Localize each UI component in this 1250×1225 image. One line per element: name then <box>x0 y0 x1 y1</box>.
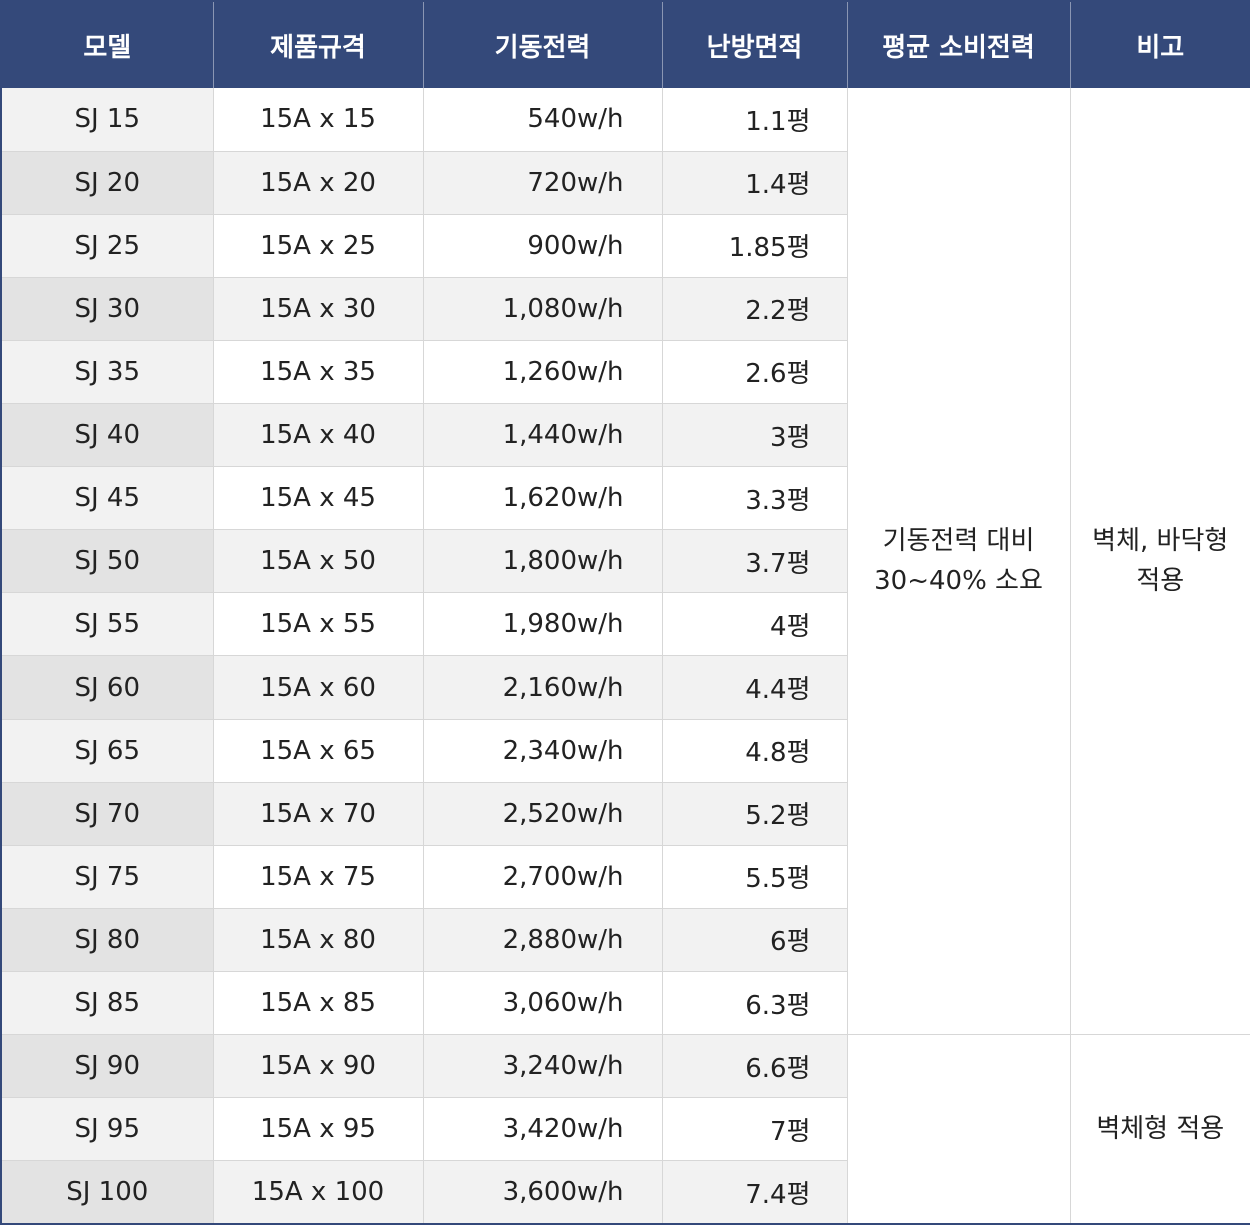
startup-power-cell: 3,240w/h <box>423 1034 663 1099</box>
model-cell: SJ 15 <box>1 88 214 152</box>
heating-area-cell: 7평 <box>662 1097 848 1162</box>
startup-power-cell: 900w/h <box>423 214 663 278</box>
model-cell: SJ 50 <box>1 529 214 594</box>
model-cell: SJ 100 <box>1 1160 214 1225</box>
table-header-row: 모델 제품규격 기동전력 난방면적 평균 소비전력 비고 <box>1 1 1250 88</box>
header-spec: 제품규격 <box>213 1 424 88</box>
startup-power-cell: 1,440w/h <box>423 403 663 468</box>
avg-power-note: 기동전력 대비 30~40% 소요 <box>847 88 1071 1036</box>
startup-power-cell: 2,700w/h <box>423 845 663 909</box>
model-cell: SJ 25 <box>1 214 214 278</box>
heating-area-cell: 6.6평 <box>662 1034 848 1099</box>
startup-power-cell: 1,800w/h <box>423 529 663 594</box>
model-cell: SJ 40 <box>1 403 214 468</box>
startup-power-cell: 3,060w/h <box>423 971 663 1036</box>
heating-area-cell: 3.3평 <box>662 466 848 531</box>
heating-area-cell: 1.1평 <box>662 88 848 152</box>
avg-power-note-line: 기동전력 대비 <box>882 525 1035 556</box>
heating-area-cell: 4평 <box>662 592 848 657</box>
heating-area-cell: 1.85평 <box>662 214 848 278</box>
heating-area-cell: 6평 <box>662 908 848 973</box>
model-cell: SJ 35 <box>1 340 214 405</box>
header-startup-power: 기동전력 <box>423 1 663 88</box>
heating-area-cell: 4.4평 <box>662 655 848 720</box>
startup-power-cell: 720w/h <box>423 151 663 215</box>
remarks-note-wall: 벽체형 적용 <box>1070 1034 1250 1225</box>
startup-power-cell: 2,520w/h <box>423 782 663 846</box>
spec-cell: 15A x 75 <box>213 845 424 909</box>
startup-power-cell: 2,880w/h <box>423 908 663 973</box>
startup-power-cell: 1,260w/h <box>423 340 663 405</box>
model-cell: SJ 80 <box>1 908 214 973</box>
remarks-note-line: 적용 <box>1136 566 1185 597</box>
spec-cell: 15A x 95 <box>213 1097 424 1162</box>
header-remarks: 비고 <box>1070 1 1250 88</box>
heating-area-cell: 7.4평 <box>662 1160 848 1225</box>
heating-area-cell: 6.3평 <box>662 971 848 1036</box>
heating-area-cell: 3.7평 <box>662 529 848 594</box>
startup-power-cell: 2,160w/h <box>423 655 663 720</box>
spec-cell: 15A x 25 <box>213 214 424 278</box>
startup-power-cell: 3,600w/h <box>423 1160 663 1225</box>
spec-cell: 15A x 50 <box>213 529 424 594</box>
startup-power-cell: 1,620w/h <box>423 466 663 531</box>
heating-area-cell: 3평 <box>662 403 848 468</box>
header-model: 모델 <box>1 1 214 88</box>
model-cell: SJ 20 <box>1 151 214 215</box>
heating-area-cell: 1.4평 <box>662 151 848 215</box>
avg-power-note-empty <box>847 1034 1071 1225</box>
startup-power-cell: 3,420w/h <box>423 1097 663 1162</box>
heating-area-cell: 2.6평 <box>662 340 848 405</box>
model-cell: SJ 75 <box>1 845 214 909</box>
model-cell: SJ 95 <box>1 1097 214 1162</box>
heating-area-cell: 5.2평 <box>662 782 848 846</box>
table-row: SJ 90 15A x 90 3,240w/h 6.6평벽체형 적용 <box>1 1034 1250 1225</box>
spec-cell: 15A x 30 <box>213 277 424 341</box>
heating-area-cell: 2.2평 <box>662 277 848 341</box>
startup-power-cell: 540w/h <box>423 88 663 152</box>
spec-cell: 15A x 65 <box>213 719 424 783</box>
heating-area-cell: 4.8평 <box>662 719 848 783</box>
spec-cell: 15A x 100 <box>213 1160 424 1225</box>
model-cell: SJ 70 <box>1 782 214 846</box>
startup-power-cell: 1,980w/h <box>423 592 663 657</box>
avg-power-note-line: 30~40% 소요 <box>874 566 1043 597</box>
product-spec-table: 모델 제품규격 기동전력 난방면적 평균 소비전력 비고 SJ 15 15A x … <box>0 0 1250 1225</box>
spec-cell: 15A x 90 <box>213 1034 424 1099</box>
spec-cell: 15A x 35 <box>213 340 424 405</box>
spec-cell: 15A x 60 <box>213 655 424 720</box>
spec-cell: 15A x 55 <box>213 592 424 657</box>
spec-cell: 15A x 85 <box>213 971 424 1036</box>
table-row: SJ 15 15A x 15 540w/h 1.1평기동전력 대비 30~40% 소요 벽… <box>1 88 1250 1036</box>
spec-cell: 15A x 15 <box>213 88 424 152</box>
model-cell: SJ 55 <box>1 592 214 657</box>
remarks-note: 벽체, 바닥형적용 <box>1070 88 1250 1036</box>
model-cell: SJ 30 <box>1 277 214 341</box>
remarks-note-line: 벽체, 바닥형 <box>1092 525 1229 556</box>
header-avg-power: 평균 소비전력 <box>847 1 1071 88</box>
spec-cell: 15A x 20 <box>213 151 424 215</box>
model-cell: SJ 65 <box>1 719 214 783</box>
spec-cell: 15A x 40 <box>213 403 424 468</box>
spec-cell: 15A x 70 <box>213 782 424 846</box>
heating-area-cell: 5.5평 <box>662 845 848 909</box>
startup-power-cell: 1,080w/h <box>423 277 663 341</box>
startup-power-cell: 2,340w/h <box>423 719 663 783</box>
spec-cell: 15A x 80 <box>213 908 424 973</box>
header-heating-area: 난방면적 <box>662 1 848 88</box>
model-cell: SJ 85 <box>1 971 214 1036</box>
model-cell: SJ 90 <box>1 1034 214 1099</box>
spec-cell: 15A x 45 <box>213 466 424 531</box>
model-cell: SJ 45 <box>1 466 214 531</box>
remarks-note-wall-line: 벽체형 적용 <box>1096 1113 1225 1144</box>
model-cell: SJ 60 <box>1 655 214 720</box>
